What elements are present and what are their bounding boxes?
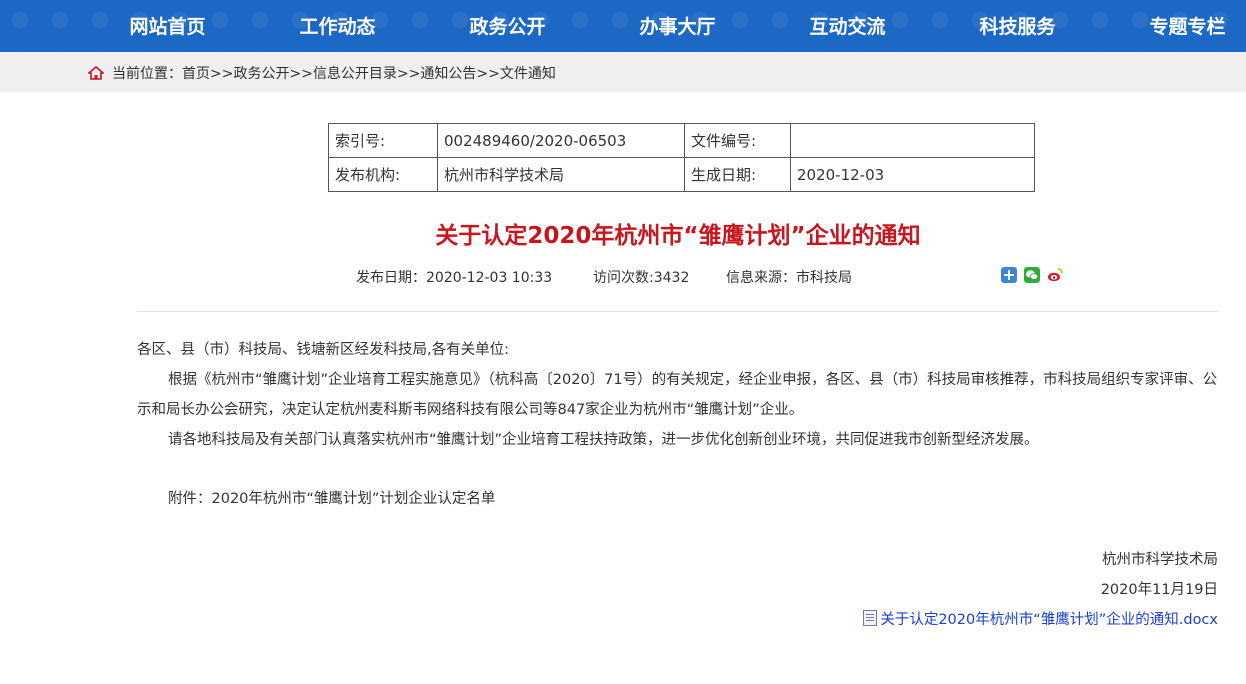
info-source: 信息来源：市科技局 [726, 270, 852, 286]
attachment-link[interactable]: 关于认定2020年杭州市“雏鹰计划”企业的通知.docx [863, 608, 1218, 629]
document-icon [863, 610, 878, 626]
nav-item-work-news[interactable]: 工作动态 [280, 0, 395, 52]
visit-count: 访问次数:3432 [593, 270, 690, 286]
nav-item-home[interactable]: 网站首页 [110, 0, 225, 52]
gen-date-value: 2020-12-03 [790, 157, 1035, 192]
attachment-link-text[interactable]: 关于认定2020年杭州市“雏鹰计划”企业的通知.docx [880, 612, 1218, 628]
publisher-label: 发布机构: [328, 157, 438, 192]
breadcrumb-catalog[interactable]: 信息公开目录 [313, 66, 397, 82]
nav-item-topics[interactable]: 专题专栏 [1130, 0, 1245, 52]
breadcrumb: 当前位置：首页>>政务公开>>信息公开目录>>通知公告>>文件通知 [112, 63, 556, 83]
breadcrumb-home[interactable]: 首页 [182, 66, 210, 82]
breadcrumb-separator: >> [210, 66, 234, 82]
breadcrumb-separator: >> [396, 66, 421, 82]
body-paragraph-2: 请各地科技局及有关部门认真落实杭州市“雏鹰计划”企业培育工程扶持政策，进一步优化… [168, 432, 1039, 448]
publisher-value: 杭州市科学技术局 [437, 157, 685, 192]
table-row: 索引号: 002489460/2020-06503 文件编号: [328, 123, 1035, 158]
home-icon [88, 66, 104, 80]
salutation: 各区、县（市）科技局、钱塘新区经发科技局,各有关单位: [137, 342, 509, 358]
nav-item-tech-service[interactable]: 科技服务 [960, 0, 1075, 52]
signer: 杭州市科学技术局 [1102, 552, 1218, 568]
breadcrumb-gov-affairs[interactable]: 政务公开 [233, 66, 289, 82]
nav-item-interaction[interactable]: 互动交流 [790, 0, 905, 52]
breadcrumb-file-notices[interactable]: 文件通知 [500, 66, 556, 82]
doc-no-value [790, 123, 1035, 158]
nav-item-service-hall[interactable]: 办事大厅 [620, 0, 735, 52]
breadcrumb-prefix: 当前位置： [112, 66, 182, 82]
top-nav: 网站首页 工作动态 政务公开 办事大厅 互动交流 科技服务 专题专栏 [0, 0, 1246, 52]
breadcrumb-separator: >> [289, 66, 313, 82]
breadcrumb-notices[interactable]: 通知公告 [420, 66, 476, 82]
document-meta-table: 索引号: 002489460/2020-06503 文件编号: 发布机构: 杭州… [328, 123, 1035, 192]
table-row: 发布机构: 杭州市科学技术局 生成日期: 2020-12-03 [328, 157, 1035, 192]
nav-item-gov-affairs[interactable]: 政务公开 [450, 0, 565, 52]
attachment-note: 附件：2020年杭州市“雏鹰计划”计划企业认定名单 [168, 491, 496, 507]
add-share-icon[interactable] [1001, 267, 1017, 283]
divider [137, 311, 1218, 312]
breadcrumb-separator: >> [476, 66, 500, 82]
weibo-icon[interactable] [1047, 267, 1063, 283]
doc-no-label: 文件编号: [684, 123, 791, 158]
index-value: 002489460/2020-06503 [437, 123, 685, 158]
article-title: 关于认定2020年杭州市“雏鹰计划”企业的通知 [435, 223, 921, 249]
gen-date-label: 生成日期: [684, 157, 791, 192]
wechat-icon[interactable] [1024, 267, 1040, 283]
sign-date: 2020年11月19日 [1100, 582, 1218, 598]
index-label: 索引号: [328, 123, 438, 158]
body-paragraph-1: 根据《杭州市“雏鹰计划”企业培育工程实施意见》（杭科高〔2020〕71号）的有关… [137, 372, 1218, 418]
publish-date: 发布日期：2020-12-03 10:33 [356, 270, 553, 286]
